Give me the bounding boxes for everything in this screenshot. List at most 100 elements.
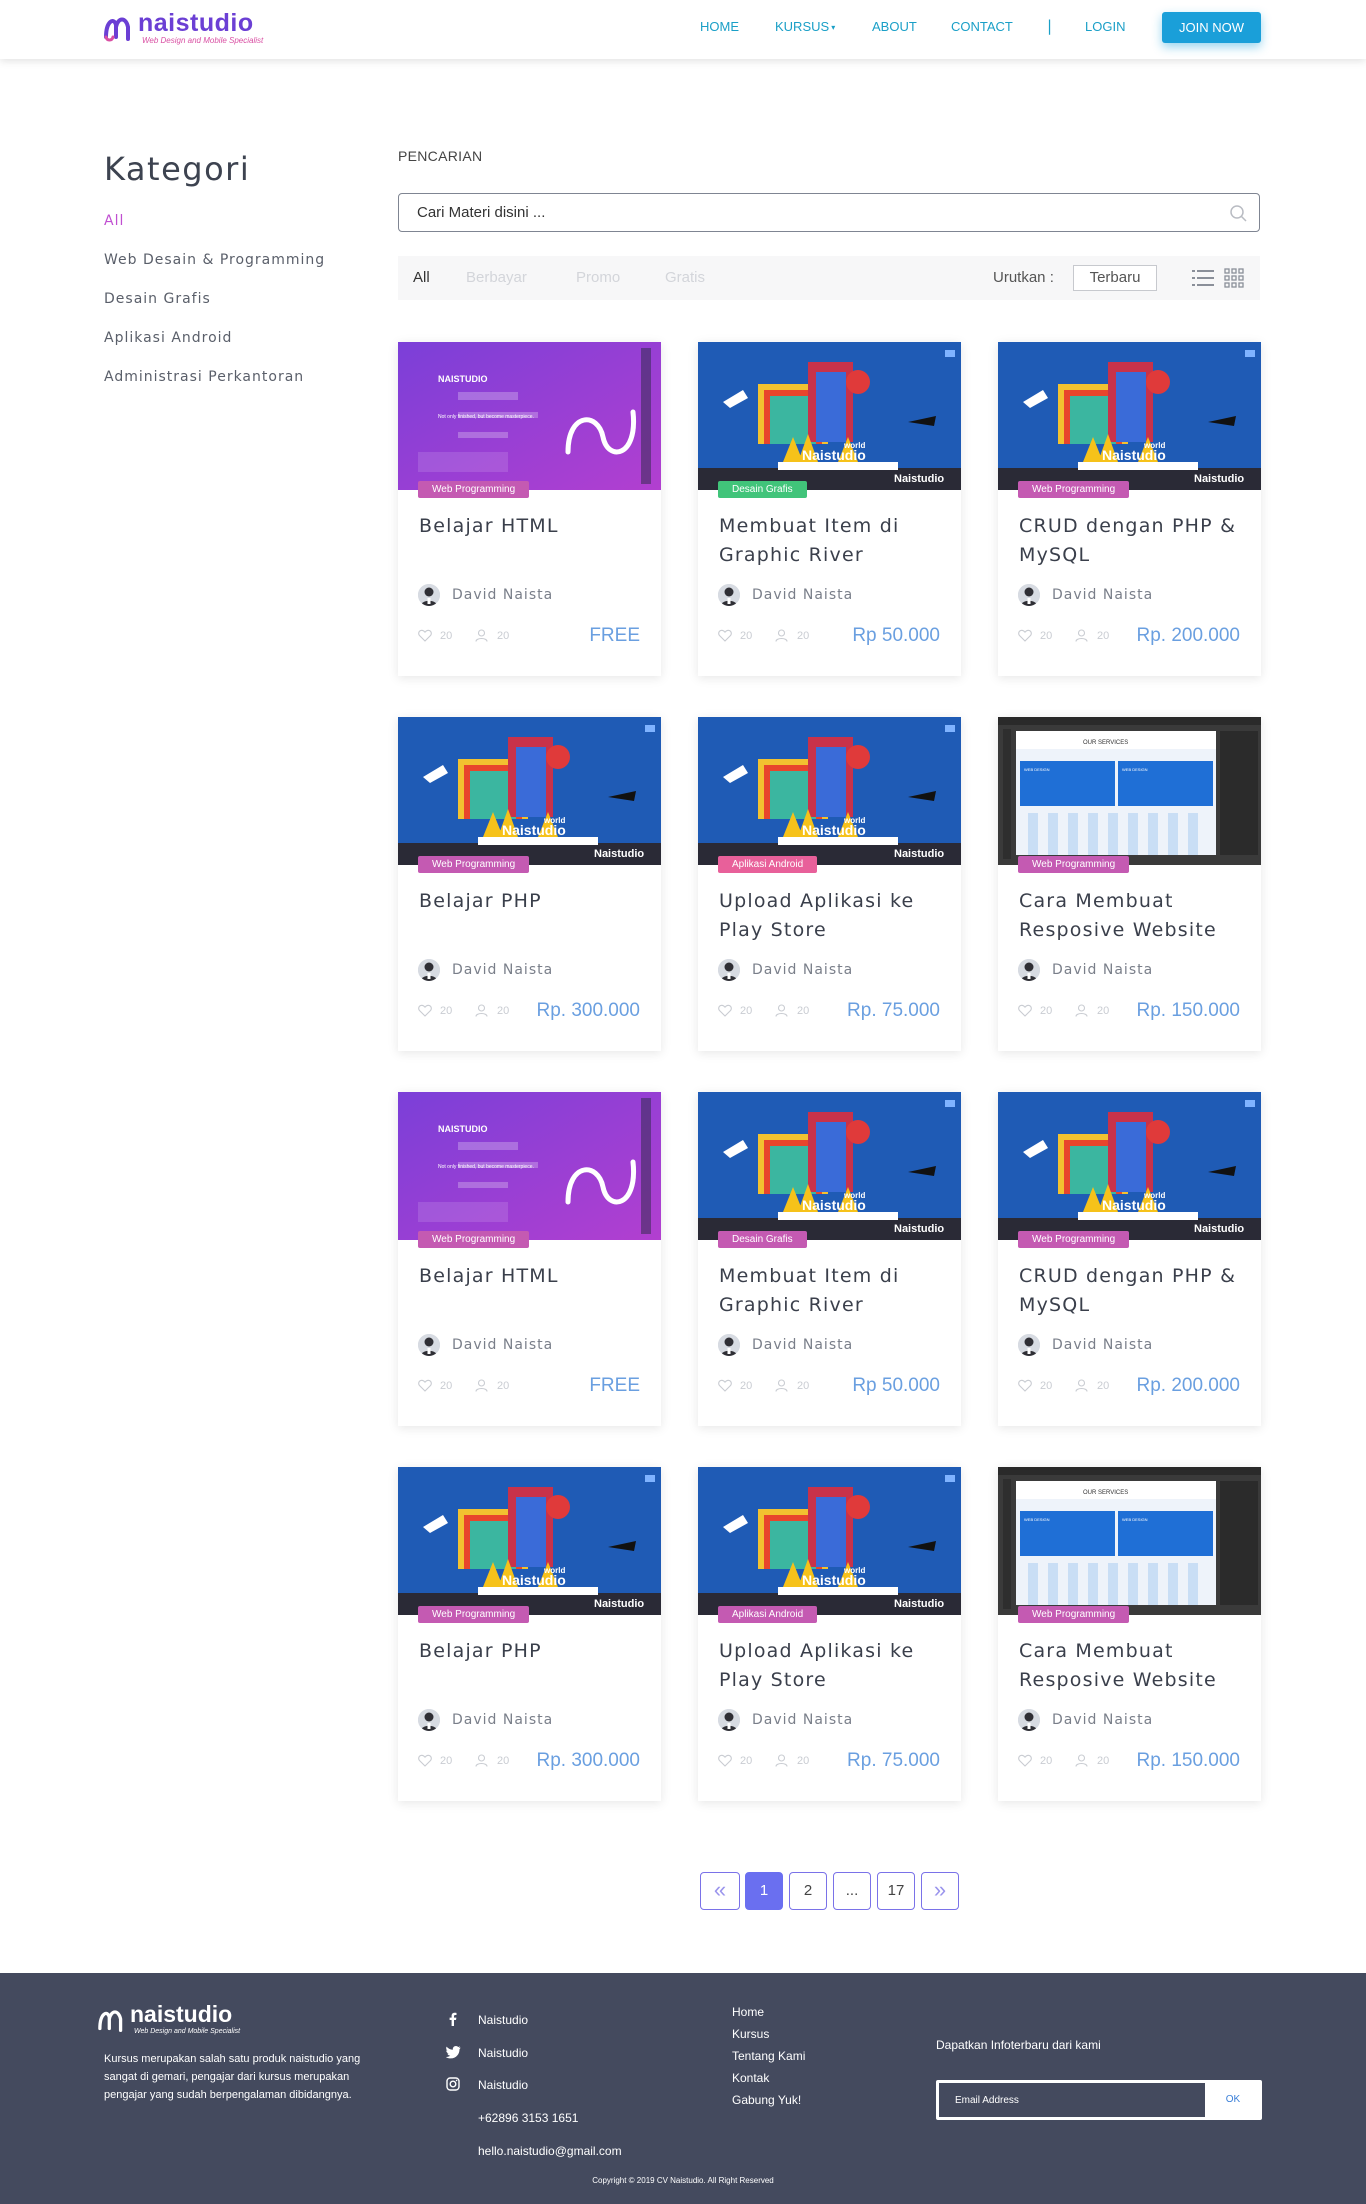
user-icon	[475, 629, 488, 642]
pagination-ellipsis[interactable]: ...	[833, 1872, 871, 1910]
course-thumbnail[interactable]: world Naistudio Naistudio	[698, 342, 961, 490]
filter-tab-gratis[interactable]: Gratis	[665, 269, 705, 286]
pagination-prev-button[interactable]: «	[700, 1872, 740, 1910]
course-title[interactable]: Belajar HTML	[419, 512, 644, 541]
newsletter-email-input[interactable]	[939, 2083, 1205, 2117]
course-category-badge: Web Programming	[418, 1231, 530, 1248]
course-thumbnail-world: worldNaistudioNaistudio	[998, 1092, 1261, 1240]
author-name: David Naista	[1052, 587, 1154, 603]
course-title[interactable]: CRUD dengan PHP & MySQL	[1019, 512, 1244, 570]
course-card[interactable]: world Naistudio Naistudio Desain Grafis Memb…	[698, 342, 961, 676]
grid-view-icon[interactable]	[1224, 268, 1244, 288]
heart-icon	[1018, 1004, 1032, 1017]
course-card[interactable]: world Naistudio Naistudio Web Programming CR…	[998, 342, 1261, 676]
footer-email-link[interactable]: hello.naistudio@gmail.com	[478, 2144, 622, 2158]
footer-link-gabung[interactable]: Gabung Yuk!	[732, 2093, 801, 2107]
nav-home[interactable]: HOME	[700, 19, 739, 34]
footer-link-tentang-kami[interactable]: Tentang Kami	[732, 2049, 805, 2063]
join-now-button[interactable]: JOIN NOW	[1162, 12, 1261, 43]
filter-tab-berbayar[interactable]: Berbayar	[466, 269, 527, 286]
course-price: Rp. 75.000	[847, 1750, 940, 1771]
course-title[interactable]: CRUD dengan PHP & MySQL	[1019, 1262, 1244, 1320]
sidebar-item-administrasi[interactable]: Administrasi Perkantoran	[104, 369, 304, 385]
course-title[interactable]: Cara Membuat Resposive Website	[1019, 1637, 1244, 1695]
nav-contact[interactable]: CONTACT	[951, 19, 1013, 34]
course-title[interactable]: Upload Aplikasi ke Play Store	[719, 1637, 944, 1695]
course-thumbnail[interactable]: world Naistudio Naistudio	[998, 342, 1261, 490]
course-thumbnail[interactable]: world Naistudio Naistudio	[398, 717, 661, 865]
footer-link-kontak[interactable]: Kontak	[732, 2071, 769, 2085]
chevron-down-icon: ▾	[831, 23, 836, 33]
course-card[interactable]: world Naistudio Naistudio Web Programming Be…	[398, 1467, 661, 1801]
twitter-icon	[446, 2046, 461, 2059]
course-price: Rp. 150.000	[1136, 1000, 1240, 1021]
footer-link-kursus[interactable]: Kursus	[732, 2027, 769, 2041]
course-card[interactable]: world Naistudio Naistudio Aplikasi Android U…	[698, 717, 961, 1051]
course-price: Rp. 150.000	[1136, 1750, 1240, 1771]
course-thumbnail-html: NAISTUDIO Not only finished, but become m…	[398, 342, 661, 490]
thumb-tagline-text: Not only finished, but become masterpiec…	[438, 414, 534, 420]
list-view-icon[interactable]	[1192, 269, 1214, 287]
site-header: naistudio Web Design and Mobile Speciali…	[0, 0, 1366, 59]
course-card[interactable]: NAISTUDIO Not only finished, but become m…	[398, 1092, 661, 1426]
sort-select[interactable]: Terbaru	[1073, 265, 1157, 291]
search-icon[interactable]	[1229, 204, 1247, 222]
logo-text: naistudio	[138, 9, 254, 37]
avatar	[1018, 1709, 1040, 1731]
students-count: 20	[497, 1005, 510, 1017]
instagram-icon	[446, 2077, 460, 2091]
course-card[interactable]: NAISTUDIO Not only finished, but become m…	[398, 342, 661, 676]
course-title[interactable]: Membuat Item di Graphic River	[719, 1262, 944, 1320]
facebook-icon	[449, 2012, 457, 2026]
sidebar-item-desain-grafis[interactable]: Desain Grafis	[104, 291, 211, 307]
user-icon	[1075, 1379, 1088, 1392]
course-thumbnail[interactable]: world Naistudio Naistudio	[698, 717, 961, 865]
footer-link-home[interactable]: Home	[732, 2005, 764, 2019]
avatar	[718, 1334, 740, 1356]
heart-icon	[1018, 1379, 1032, 1392]
course-card[interactable]: world Naistudio Naistudio Desain Grafis Memb…	[698, 1092, 961, 1426]
pagination-page-2[interactable]: 2	[789, 1872, 827, 1910]
pagination-page-17[interactable]: 17	[877, 1872, 915, 1910]
course-category-badge: Web Programming	[418, 481, 530, 498]
course-card[interactable]: OUR SERVICES WEB DESIGN WEB DESIGN Web Prog…	[998, 1467, 1261, 1801]
sidebar-item-aplikasi-android[interactable]: Aplikasi Android	[104, 330, 232, 346]
course-title[interactable]: Belajar PHP	[419, 887, 644, 916]
nav-about[interactable]: ABOUT	[872, 19, 917, 34]
sort-label: Urutkan :	[993, 269, 1054, 286]
newsletter-ok-button[interactable]: OK	[1205, 2081, 1261, 2119]
course-title[interactable]: Cara Membuat Resposive Website	[1019, 887, 1244, 945]
course-card[interactable]: world Naistudio Naistudio Web Programming Be…	[398, 717, 661, 1051]
course-card[interactable]: world Naistudio Naistudio Web Programming CR…	[998, 1092, 1261, 1426]
author-name: David Naista	[1052, 962, 1154, 978]
sidebar-item-web-desain[interactable]: Web Desain & Programming	[104, 252, 325, 268]
thumb-corner-text: Naistudio	[894, 473, 944, 485]
course-card[interactable]: world Naistudio Naistudio Aplikasi Android U…	[698, 1467, 961, 1801]
filter-tab-all[interactable]: All	[413, 269, 430, 286]
nav-kursus[interactable]: KURSUS ▾	[775, 19, 835, 34]
nav-login[interactable]: LOGIN	[1085, 19, 1125, 34]
course-title[interactable]: Belajar HTML	[419, 1262, 644, 1291]
course-thumbnail-world: worldNaistudioNaistudio	[998, 342, 1261, 490]
course-thumbnail[interactable]: OUR SERVICES WEB DESIGN WEB DESIGN	[998, 1467, 1261, 1615]
pagination-next-button[interactable]: »	[921, 1872, 959, 1910]
footer-twitter-label: Naistudio	[478, 2046, 529, 2060]
course-category-badge: Web Programming	[418, 856, 530, 873]
course-thumbnail[interactable]: NAISTUDIO Not only finished, but become m…	[398, 342, 661, 490]
search-input[interactable]	[417, 204, 1197, 221]
course-title[interactable]: Upload Aplikasi ke Play Store	[719, 887, 944, 945]
course-thumbnail[interactable]: world Naistudio Naistudio	[698, 1092, 961, 1240]
course-title[interactable]: Belajar PHP	[419, 1637, 644, 1666]
course-thumbnail[interactable]: world Naistudio Naistudio	[998, 1092, 1261, 1240]
course-thumbnail[interactable]: world Naistudio Naistudio	[698, 1467, 961, 1615]
course-card[interactable]: OUR SERVICES WEB DESIGN WEB DESIGN Web Prog…	[998, 717, 1261, 1051]
footer-facebook-label: Naistudio	[478, 2013, 529, 2027]
thumb-tagline-text: Not only finished, but become masterpiec…	[438, 1164, 534, 1170]
sidebar-item-all[interactable]: All	[104, 213, 124, 229]
pagination-page-1[interactable]: 1	[745, 1872, 783, 1910]
course-thumbnail[interactable]: NAISTUDIO Not only finished, but become m…	[398, 1092, 661, 1240]
course-thumbnail[interactable]: OUR SERVICES WEB DESIGN WEB DESIGN	[998, 717, 1261, 865]
course-title[interactable]: Membuat Item di Graphic River	[719, 512, 944, 570]
filter-tab-promo[interactable]: Promo	[576, 269, 620, 286]
course-thumbnail[interactable]: world Naistudio Naistudio	[398, 1467, 661, 1615]
